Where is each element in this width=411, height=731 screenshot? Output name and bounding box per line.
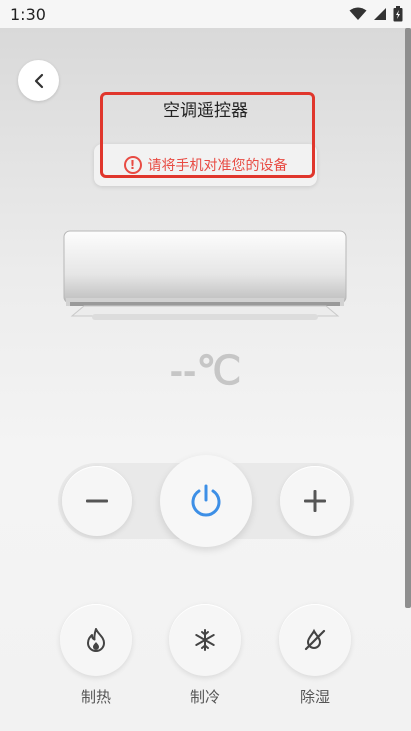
mode-dry-button[interactable] (279, 604, 351, 676)
mode-dry-label: 除湿 (299, 688, 330, 706)
highlight-frame (100, 92, 315, 178)
flame-icon (87, 628, 105, 652)
status-time: 1:30 (10, 4, 46, 24)
temperature-display: --℃ (169, 349, 242, 393)
mode-cool-label: 制冷 (189, 688, 220, 706)
increase-temperature-button[interactable] (280, 466, 350, 536)
wifi-icon (349, 7, 367, 20)
back-button[interactable] (18, 60, 59, 101)
status-bar: 1:30 (0, 0, 411, 28)
snowflake-icon (195, 629, 215, 651)
air-conditioner-illustration (63, 230, 347, 320)
mode-heat-label: 制热 (80, 688, 111, 706)
battery-icon (393, 6, 403, 22)
plus-icon (304, 490, 326, 512)
dehumidify-icon (304, 628, 326, 651)
mode-cool-button[interactable] (169, 604, 241, 676)
mode-heat-button[interactable] (60, 604, 132, 676)
cellular-signal-icon (374, 8, 386, 20)
power-icon (191, 484, 221, 517)
chevron-left-icon (34, 73, 43, 88)
minus-icon (86, 499, 108, 503)
decrease-temperature-button[interactable] (62, 466, 132, 536)
status-icons (349, 6, 403, 22)
power-button[interactable] (160, 455, 252, 547)
